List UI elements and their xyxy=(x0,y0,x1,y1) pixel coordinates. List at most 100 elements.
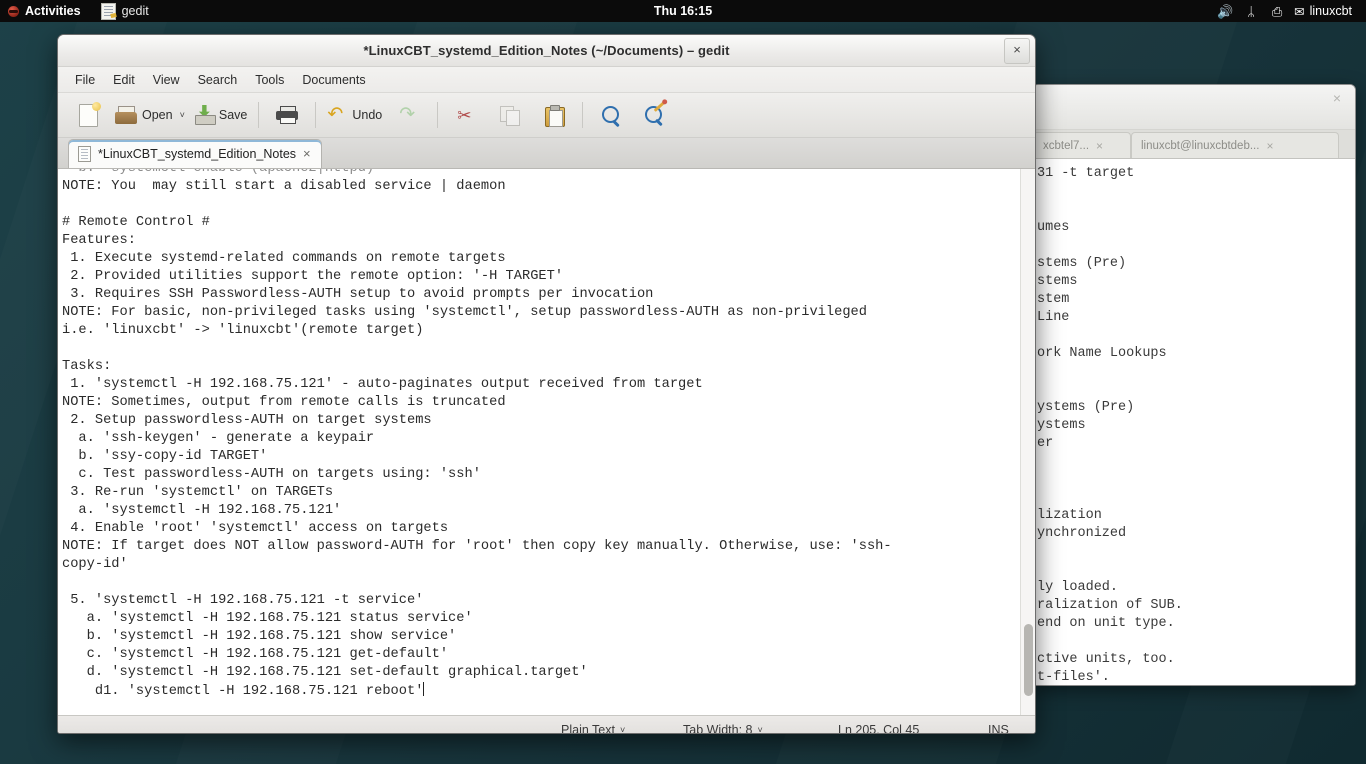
close-icon[interactable]: × xyxy=(1004,38,1030,64)
undo-button-label: Undo xyxy=(352,108,383,122)
terminal-line: stems xyxy=(1037,274,1078,289)
document-text-area[interactable]: b. systemctl enable (apache2|httpd)NOTE:… xyxy=(58,169,1020,715)
chevron-down-icon[interactable]: ˅ xyxy=(757,725,762,734)
terminal-line: ystems xyxy=(1037,418,1086,433)
gnome-logo-icon xyxy=(8,5,19,17)
cut-button[interactable]: ✂ xyxy=(444,98,488,132)
document-line: Tasks: xyxy=(62,359,112,374)
document-line: c. Test passwordless-AUTH on targets usi… xyxy=(62,467,481,482)
document-line: 3. Requires SSH Passwordless-AUTH setup … xyxy=(62,287,654,302)
copy-button[interactable] xyxy=(488,98,532,132)
gedit-toolbar: Open ˅ Save ↶ Undo ↷ ✂ xyxy=(58,93,1035,138)
gedit-titlebar: *LinuxCBT_systemd_Edition_Notes (~/Docum… xyxy=(58,35,1035,67)
tab-close-icon[interactable]: × xyxy=(303,147,311,160)
document-line: d. 'systemctl -H 192.168.75.121 set-defa… xyxy=(62,665,588,680)
menu-file[interactable]: File xyxy=(66,71,104,89)
vertical-scrollbar[interactable] xyxy=(1020,169,1035,715)
menu-tools[interactable]: Tools xyxy=(246,71,293,89)
terminal-line: ralization of SUB. xyxy=(1037,598,1183,613)
find-button[interactable] xyxy=(589,98,633,132)
background-tab-1-close-icon[interactable]: × xyxy=(1096,139,1103,153)
gedit-text-area-wrapper: b. systemctl enable (apache2|httpd)NOTE:… xyxy=(58,169,1035,715)
message-icon: ✉ xyxy=(1294,4,1305,19)
document-line: d1. 'systemctl -H 192.168.75.121 reboot' xyxy=(62,682,425,699)
background-terminal-window[interactable]: × xcbtel7... × linuxcbt@linuxcbtdeb... ×… xyxy=(1032,84,1356,686)
topbar-left: Activities gedit xyxy=(0,0,159,22)
background-tab-2-close-icon[interactable]: × xyxy=(1266,139,1273,153)
find-replace-icon xyxy=(645,100,666,126)
background-terminal-output: 31 -t target umes stems (Pre) stems stem Li… xyxy=(1033,159,1355,685)
terminal-line: Line xyxy=(1037,310,1070,325)
document-line: NOTE: For basic, non-privileged tasks us… xyxy=(62,305,867,320)
terminal-line: ctive units, too. xyxy=(1037,652,1175,667)
open-button[interactable]: Open ˅ xyxy=(110,98,190,132)
document-line: i.e. 'linuxcbt' -> 'linuxcbt'(remote tar… xyxy=(62,323,424,338)
topbar-right: 🔊 ᛦ ⎙ ✉ linuxcbt xyxy=(1212,0,1366,22)
app-menu-gedit[interactable]: gedit xyxy=(91,0,159,22)
printer-icon xyxy=(276,106,299,124)
display-icon[interactable]: ⎙ xyxy=(1264,0,1290,22)
desktop: × xcbtel7... × linuxcbt@linuxcbtdeb... ×… xyxy=(0,0,1366,764)
new-document-button[interactable] xyxy=(66,98,110,132)
chevron-down-icon[interactable]: ˅ xyxy=(620,725,625,734)
redo-arrow-icon: ↷ xyxy=(399,104,416,125)
document-line: a. 'ssh-keygen' - generate a keypair xyxy=(62,431,375,446)
undo-button[interactable]: ↶ Undo xyxy=(322,98,387,132)
menu-search[interactable]: Search xyxy=(189,71,247,89)
copy-icon xyxy=(500,106,521,126)
document-line: 5. 'systemctl -H 192.168.75.121 -t servi… xyxy=(62,593,424,608)
paste-button[interactable] xyxy=(532,98,576,132)
menu-documents[interactable]: Documents xyxy=(293,71,374,89)
document-line: b. 'systemctl -H 192.168.75.121 show ser… xyxy=(62,629,457,644)
menu-edit[interactable]: Edit xyxy=(104,71,144,89)
tab-width-selector[interactable]: Tab Width: 8 ˅ xyxy=(683,723,763,734)
language-selector[interactable]: Plain Text ˅ xyxy=(561,723,625,734)
save-icon xyxy=(194,105,216,125)
bluetooth-icon[interactable]: ᛦ xyxy=(1238,0,1264,22)
scissors-icon: ✂ xyxy=(457,105,472,125)
save-button[interactable]: Save xyxy=(190,98,253,132)
gedit-statusbar: Plain Text ˅ Tab Width: 8 ˅ Ln 205, Col … xyxy=(58,715,1035,734)
undo-arrow-icon: ↶ xyxy=(327,104,344,125)
document-tab-label: *LinuxCBT_systemd_Edition_Notes xyxy=(98,147,297,161)
background-window-close-icon[interactable]: × xyxy=(1329,90,1345,106)
activities-label: Activities xyxy=(25,4,81,18)
chevron-down-icon[interactable]: ˅ xyxy=(180,110,185,120)
document-tab[interactable]: *LinuxCBT_systemd_Edition_Notes × xyxy=(68,139,322,168)
toolbar-separator xyxy=(437,102,439,128)
volume-icon[interactable]: 🔊 xyxy=(1212,0,1238,22)
clock[interactable]: Thu 16:15 xyxy=(0,4,1366,18)
redo-button[interactable]: ↷ xyxy=(387,98,431,132)
terminal-line: umes xyxy=(1037,220,1070,235)
user-menu-label: linuxcbt xyxy=(1309,4,1352,18)
menu-view[interactable]: View xyxy=(144,71,189,89)
gedit-menubar: File Edit View Search Tools Documents xyxy=(58,67,1035,93)
document-line: NOTE: Sometimes, output from remote call… xyxy=(62,395,506,410)
cursor-position: Ln 205, Col 45 xyxy=(838,722,920,734)
background-tab-2[interactable]: linuxcbt@linuxcbtdeb... × xyxy=(1131,132,1339,158)
activities-button[interactable]: Activities xyxy=(0,0,91,22)
background-tab-1-label: xcbtel7... xyxy=(1043,139,1090,152)
document-line: a. 'systemctl -H 192.168.75.121' xyxy=(62,503,342,518)
document-line: 2. Provided utilities support the remote… xyxy=(62,269,564,284)
user-menu[interactable]: ✉ linuxcbt xyxy=(1290,4,1360,19)
document-line: c. 'systemctl -H 192.168.75.121 get-defa… xyxy=(62,647,449,662)
background-tab-1[interactable]: xcbtel7... × xyxy=(1033,132,1131,158)
scrollbar-thumb[interactable] xyxy=(1024,624,1033,696)
terminal-line: end on unit type. xyxy=(1037,616,1175,631)
document-line: b. 'ssy-copy-id TARGET' xyxy=(62,449,268,464)
gnome-topbar: Activities gedit Thu 16:15 🔊 ᛦ ⎙ ✉ linux… xyxy=(0,0,1366,22)
gedit-window[interactable]: *LinuxCBT_systemd_Edition_Notes (~/Docum… xyxy=(57,34,1036,734)
find-replace-button[interactable] xyxy=(633,98,677,132)
document-line: NOTE: If target does NOT allow password-… xyxy=(62,539,892,554)
print-button[interactable] xyxy=(265,98,309,132)
